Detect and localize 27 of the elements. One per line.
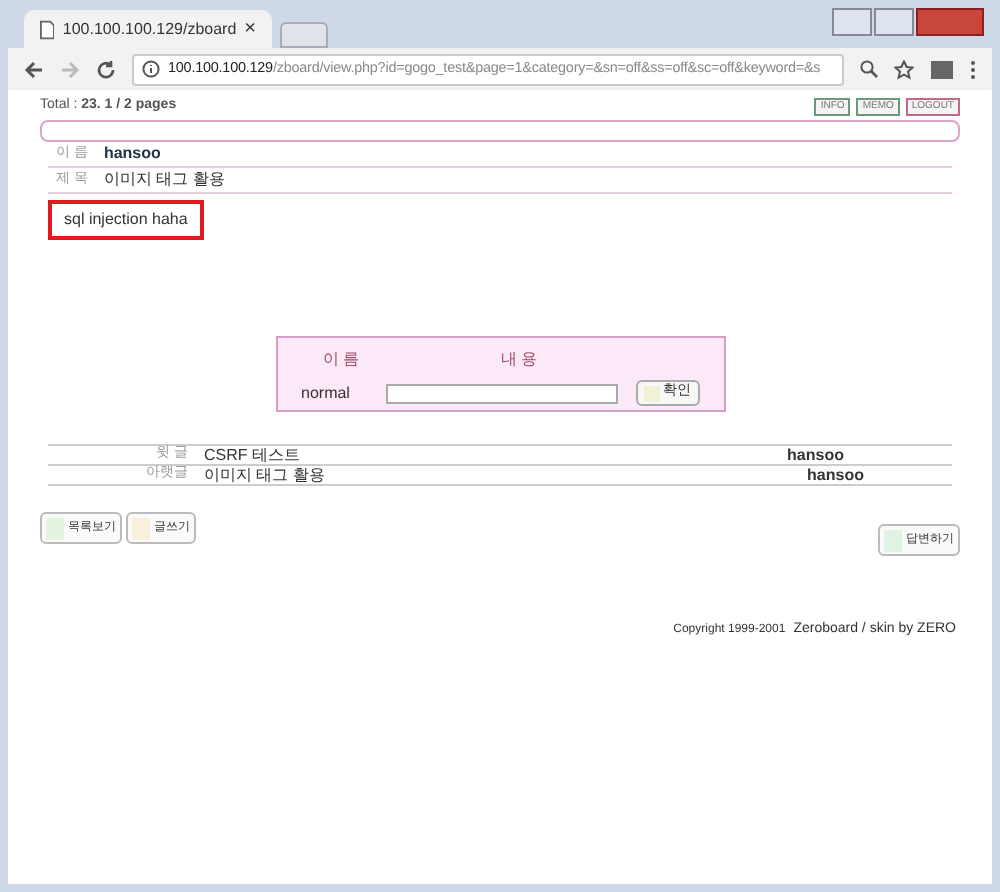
reload-icon[interactable] [96,59,116,79]
browser-tab[interactable]: 100.100.100.129/zboard × [24,10,272,48]
tab-title: 100.100.100.129/zboard [62,17,237,41]
author-name: hansoo [103,142,161,166]
zoom-icon[interactable] [860,60,878,78]
author-name: hansoo [807,463,864,487]
swatch-icon [132,517,150,539]
column-header: 내 용 [501,348,538,372]
menu-icon[interactable] [970,59,976,79]
comment-input[interactable] [385,383,617,403]
minimize-button[interactable] [832,8,872,36]
swatch-icon [643,385,659,401]
commenter-name: normal [301,381,352,405]
author-name: hansoo [787,443,844,467]
maximize-button[interactable] [874,8,914,36]
back-icon[interactable] [24,59,44,79]
post-title: 이미지 태그 활용 [103,168,225,192]
swatch-icon [46,517,64,539]
star-icon[interactable] [894,59,914,79]
post-content: sql injection haha [48,200,204,240]
post-link[interactable]: 이미지 태그 활용 [204,463,325,487]
close-icon[interactable]: × [244,14,256,44]
post-link[interactable]: CSRF 테스트 [204,443,300,467]
swatch-icon [884,529,902,551]
column-header: 이 름 [320,348,362,372]
info-icon[interactable] [142,60,160,78]
page-icon [40,19,55,39]
